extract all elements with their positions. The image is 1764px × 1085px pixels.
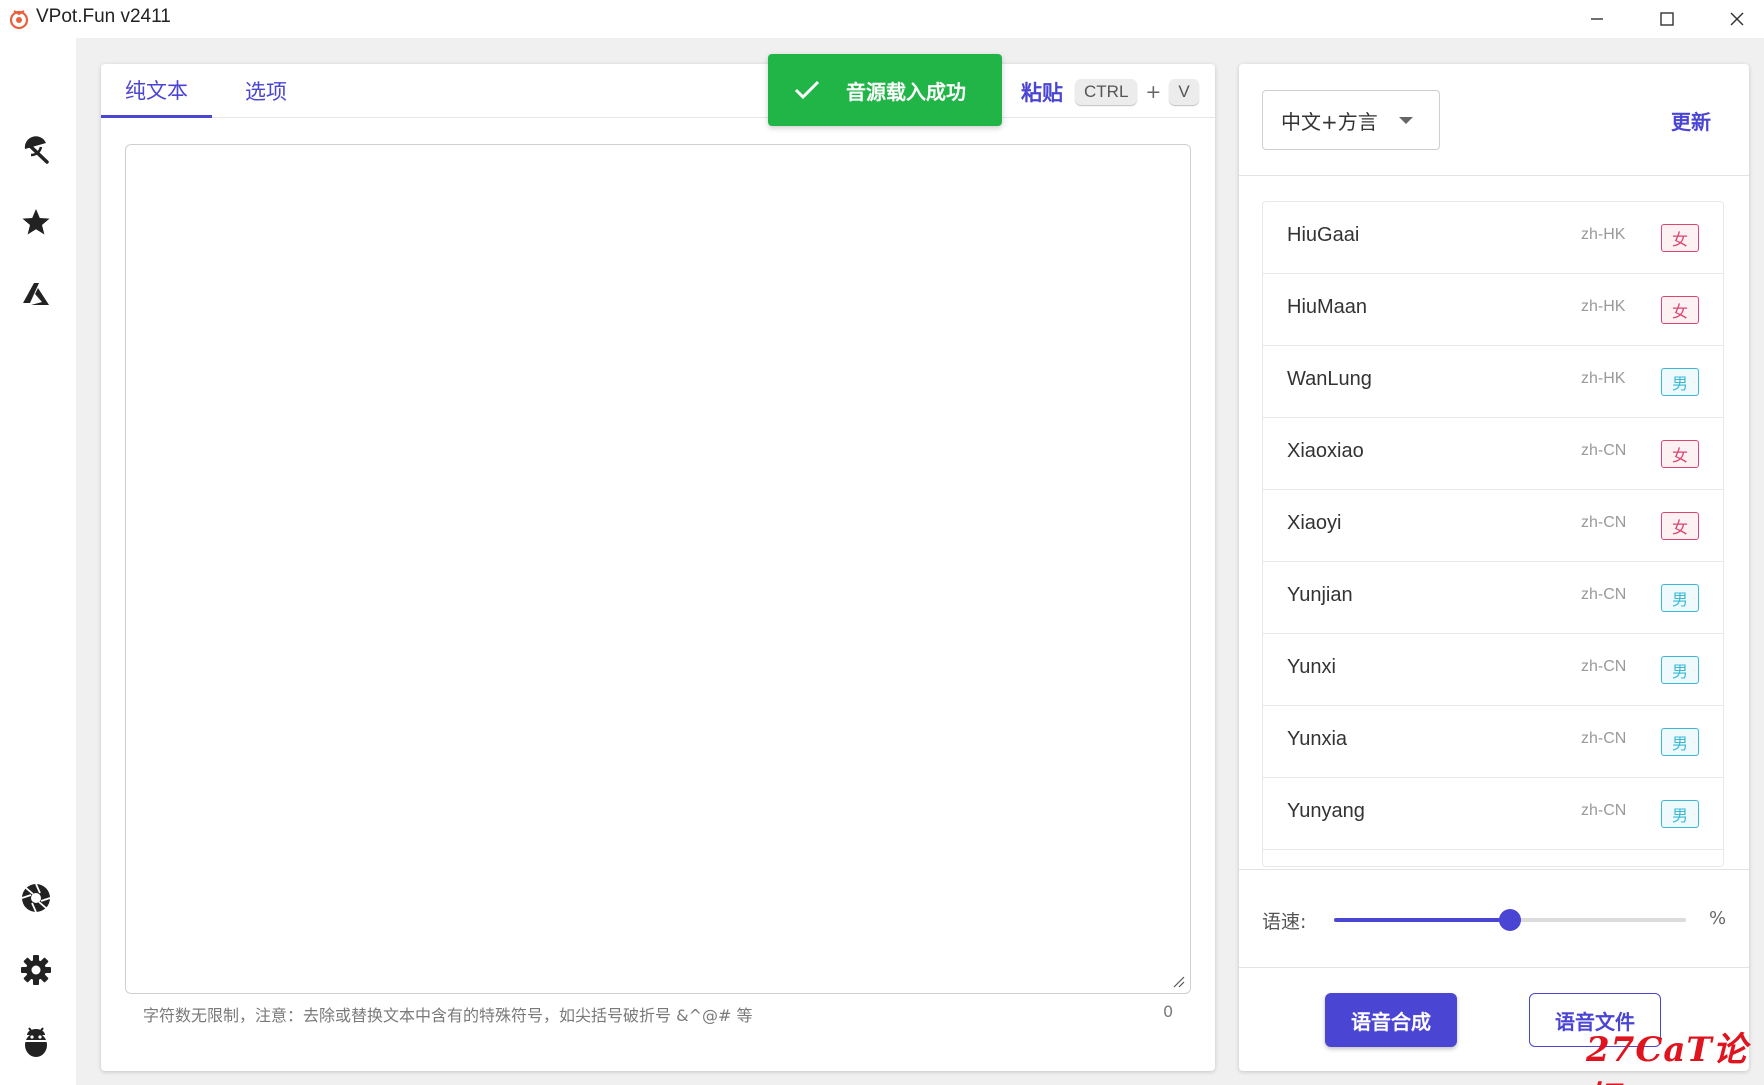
gender-badge: 男 (1661, 368, 1699, 396)
sidebar-item-umbrella[interactable] (18, 132, 54, 168)
language-select-value: 中文+方言 (1281, 109, 1378, 134)
voice-locale: zh-CN (1581, 586, 1627, 603)
tab-plain-text[interactable]: 纯文本 (101, 64, 212, 118)
divider (1239, 869, 1749, 870)
voice-list-item[interactable]: WanLung zh-HK 男 (1263, 346, 1723, 418)
character-count: 0 (1163, 1002, 1174, 1021)
voice-list-item[interactable]: Yunxi zh-CN 男 (1263, 634, 1723, 706)
voice-name: HiuMaan (1287, 296, 1368, 318)
voice-name: Yunxi (1287, 656, 1336, 678)
tab-options[interactable]: 选项 (221, 64, 311, 118)
gender-badge: 女 (1661, 296, 1699, 324)
voice-name: Yunjian (1287, 584, 1353, 606)
editor-panel: 纯文本 选项 粘贴 CTRL + V 字符数无限制，注意：去除或替换文本中含有的… (101, 64, 1215, 1071)
voice-locale: zh-CN (1581, 730, 1627, 747)
text-input-area[interactable] (125, 144, 1191, 994)
maximize-icon (1660, 12, 1674, 26)
voice-name: Xiaoxiao (1287, 440, 1364, 462)
watermark: 27CaT论坛 (1586, 1030, 1748, 1085)
chevron-down-icon (1399, 117, 1413, 124)
speed-label: 语速: (1262, 911, 1307, 933)
voice-list-item[interactable]: HiuGaai zh-HK 女 (1263, 202, 1723, 274)
voices-panel: 中文+方言 更新 HiuGaai zh-HK 女 HiuMaan zh-HK 女 WanLu… (1239, 64, 1749, 1071)
sidebar-item-debug[interactable] (18, 1024, 54, 1060)
voice-locale: zh-HK (1581, 298, 1626, 315)
azure-icon (23, 283, 49, 305)
speed-slider[interactable] (1334, 909, 1686, 931)
resize-grip-icon[interactable] (1172, 975, 1186, 989)
sidebar-item-favorites[interactable] (18, 204, 54, 240)
voice-list-item[interactable]: HiuMaan zh-HK 女 (1263, 274, 1723, 346)
gender-badge: 男 (1661, 800, 1699, 828)
voice-list-item[interactable]: Yunxia zh-CN 男 (1263, 706, 1723, 778)
shortcut-v-key: V (1169, 79, 1199, 105)
paste-label: 粘贴 (1021, 81, 1063, 105)
umbrella-icon (24, 136, 49, 164)
close-button[interactable] (1702, 0, 1764, 38)
voice-locale: zh-CN (1581, 514, 1627, 531)
gender-badge: 男 (1661, 656, 1699, 684)
sidebar (0, 38, 76, 1085)
voice-list-item[interactable]: Xiaoxiao zh-CN 女 (1263, 418, 1723, 490)
gender-badge: 女 (1661, 512, 1699, 540)
input-hint: 字符数无限制，注意：去除或替换文本中含有的特殊符号，如尖括号破折号 &^@# 等 (143, 1006, 753, 1025)
divider (1239, 175, 1749, 176)
shortcut-ctrl-key: CTRL (1075, 79, 1138, 105)
voice-name: HiuGaai (1287, 224, 1360, 246)
tab-label: 纯文本 (125, 78, 188, 103)
sidebar-item-settings[interactable] (18, 952, 54, 988)
voice-name: Yunyang (1287, 800, 1365, 822)
voice-name: WanLung (1287, 368, 1372, 390)
speed-unit: % (1709, 908, 1727, 929)
close-icon (1730, 12, 1744, 26)
sidebar-item-aperture[interactable] (18, 880, 54, 916)
synthesize-button[interactable]: 语音合成 (1325, 993, 1457, 1047)
voice-locale: zh-HK (1581, 370, 1626, 387)
minimize-icon (1591, 18, 1603, 20)
speed-slider-fill (1334, 918, 1510, 922)
success-toast: 音源载入成功 (768, 54, 1002, 126)
voice-locale: zh-CN (1581, 442, 1627, 459)
aperture-icon (21, 883, 51, 913)
gender-badge: 男 (1661, 728, 1699, 756)
voice-locale: zh-HK (1581, 226, 1626, 243)
settings-icon (21, 955, 51, 985)
gender-badge: 男 (1661, 584, 1699, 612)
shortcut-plus: + (1145, 81, 1162, 103)
star-icon (22, 209, 50, 235)
voice-list-item[interactable]: Xiaoyi zh-CN 女 (1263, 490, 1723, 562)
voice-name: Yunxia (1287, 728, 1348, 750)
tab-label: 选项 (245, 80, 287, 104)
speed-slider-thumb[interactable] (1499, 909, 1521, 931)
voice-locale: zh-CN (1581, 802, 1627, 819)
gender-badge: 女 (1661, 440, 1699, 468)
minimize-button[interactable] (1562, 0, 1632, 38)
divider (1239, 967, 1749, 968)
language-select[interactable]: 中文+方言 (1262, 90, 1440, 150)
gender-badge: 女 (1661, 224, 1699, 252)
update-button[interactable]: 更新 (1671, 106, 1711, 135)
check-icon (794, 80, 820, 100)
voice-name: Xiaoyi (1287, 512, 1342, 534)
app-logo-icon (9, 10, 29, 30)
voice-locale: zh-CN (1581, 658, 1627, 675)
voice-list-item[interactable]: Yunjian zh-CN 男 (1263, 562, 1723, 634)
paste-action[interactable]: 粘贴 CTRL + V (1021, 74, 1199, 110)
maximize-button[interactable] (1632, 0, 1702, 38)
bug-icon (25, 1027, 47, 1057)
window-title: VPot.Fun v2411 (36, 6, 171, 27)
title-bar: VPot.Fun v2411 (0, 0, 1764, 38)
editor-tabs: 纯文本 选项 粘贴 CTRL + V (101, 64, 1215, 118)
sidebar-item-azure[interactable] (18, 276, 54, 312)
toast-message: 音源载入成功 (846, 79, 966, 104)
voice-list: HiuGaai zh-HK 女 HiuMaan zh-HK 女 WanLung zh-HK 男 X… (1262, 201, 1724, 867)
voice-list-item[interactable]: Yunyang zh-CN 男 (1263, 778, 1723, 850)
